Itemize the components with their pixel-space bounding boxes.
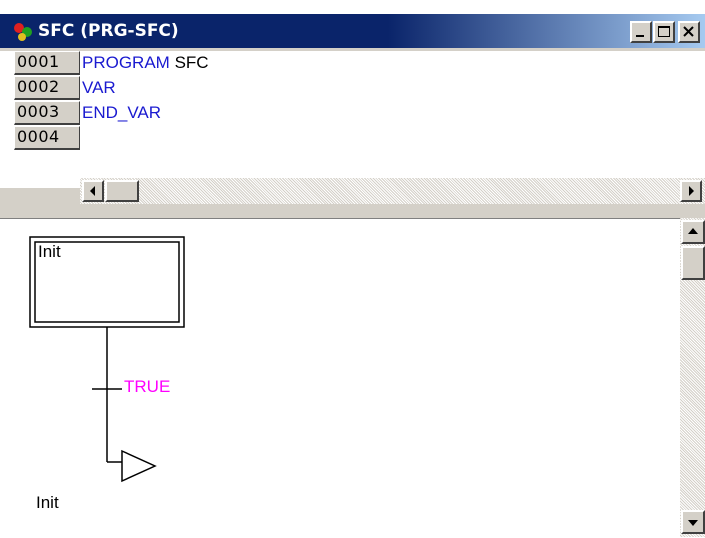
code-keyword: VAR — [82, 78, 116, 97]
scroll-up-button[interactable] — [681, 220, 705, 244]
sfc-chart-canvas[interactable]: Init TRUE Init — [0, 218, 680, 537]
window-title: SFC (PRG-SFC) — [38, 21, 179, 41]
line-number: 0004 — [14, 126, 80, 150]
maximize-icon — [658, 26, 670, 37]
sfc-program-icon — [12, 22, 36, 42]
scroll-down-button[interactable] — [681, 510, 705, 534]
code-identifier: SFC — [169, 53, 209, 72]
sfc-diagram — [29, 236, 185, 483]
jump-target-label: Init — [36, 493, 59, 512]
declaration-pane[interactable]: 0001 PROGRAM SFC 0002 VAR 0003 END_VAR 0… — [0, 51, 705, 188]
scroll-left-button[interactable] — [82, 180, 104, 202]
code-line[interactable]: END_VAR — [82, 101, 161, 125]
code-line[interactable]: VAR — [82, 76, 116, 100]
arrow-left-icon — [90, 186, 95, 196]
arrow-right-icon — [689, 186, 694, 196]
code-line[interactable]: PROGRAM SFC — [82, 51, 209, 75]
arrow-up-icon — [688, 228, 698, 234]
line-number: 0002 — [14, 76, 80, 100]
arrow-down-icon — [688, 520, 698, 526]
minimize-button[interactable] — [630, 21, 652, 43]
init-step-label: Init — [38, 242, 61, 261]
line-number: 0001 — [14, 51, 80, 75]
close-button[interactable] — [678, 21, 700, 43]
vertical-scrollbar[interactable] — [680, 218, 705, 537]
title-bar[interactable]: SFC (PRG-SFC) — [0, 14, 705, 48]
horizontal-scroll-thumb[interactable] — [105, 180, 139, 202]
transition-condition: TRUE — [124, 377, 171, 396]
code-keyword: END_VAR — [82, 103, 162, 122]
horizontal-scrollbar[interactable] — [80, 178, 705, 204]
scroll-right-button[interactable] — [680, 180, 702, 202]
maximize-button[interactable] — [653, 21, 675, 43]
vertical-scroll-thumb[interactable] — [681, 246, 705, 280]
jump-arrow-icon — [121, 449, 157, 483]
line-number: 0003 — [14, 101, 80, 125]
close-icon — [683, 26, 694, 37]
minimize-icon — [636, 35, 644, 37]
code-keyword: PROGRAM — [82, 53, 170, 72]
